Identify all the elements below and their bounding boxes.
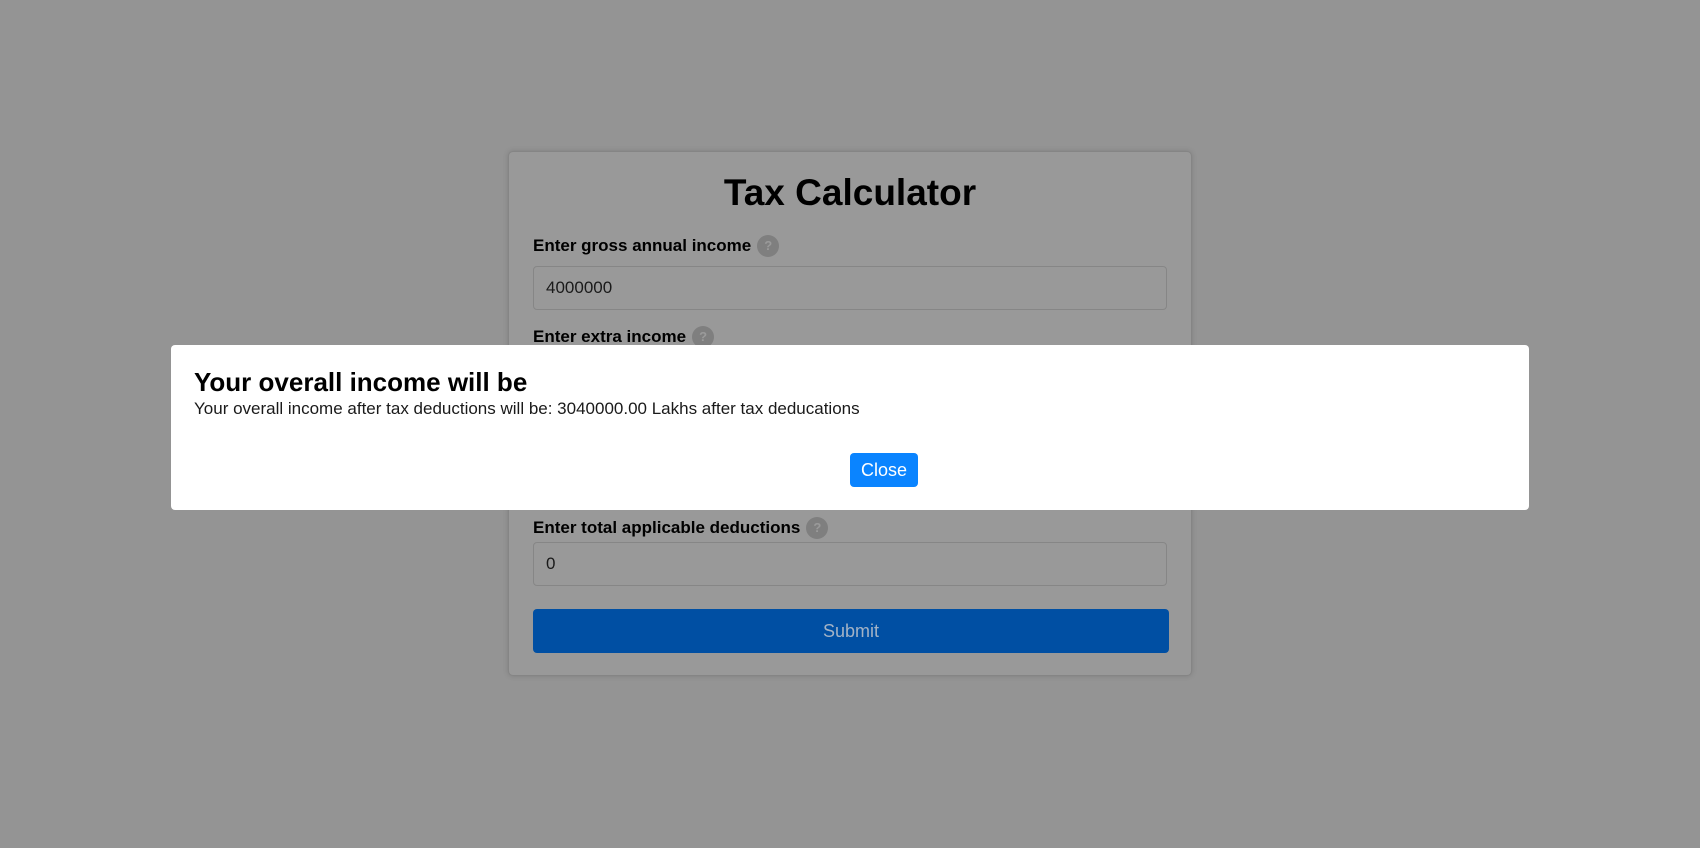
gross-income-label: Enter gross annual income ? xyxy=(533,235,780,257)
close-button[interactable]: Close xyxy=(850,453,918,487)
gross-income-label-text: Enter gross annual income xyxy=(533,236,752,255)
result-modal: Your overall income will be Your overall… xyxy=(171,345,1529,510)
deductions-label-text: Enter total applicable deductions xyxy=(533,518,801,537)
deductions-value: 0 xyxy=(546,554,556,573)
gross-income-value: 4000000 xyxy=(546,278,613,297)
deductions-label: Enter total applicable deductions ? xyxy=(533,517,829,539)
gross-income-input[interactable]: 4000000 xyxy=(533,266,1167,310)
submit-button[interactable]: Submit xyxy=(533,609,1169,653)
modal-message: Your overall income after tax deductions… xyxy=(194,399,860,418)
deductions-input[interactable]: 0 xyxy=(533,542,1167,586)
help-icon[interactable]: ? xyxy=(806,517,829,539)
help-icon[interactable]: ? xyxy=(757,235,780,257)
extra-income-label-text: Enter extra income xyxy=(533,327,687,346)
page-title: Tax Calculator xyxy=(723,172,977,213)
modal-title: Your overall income will be xyxy=(194,367,528,397)
